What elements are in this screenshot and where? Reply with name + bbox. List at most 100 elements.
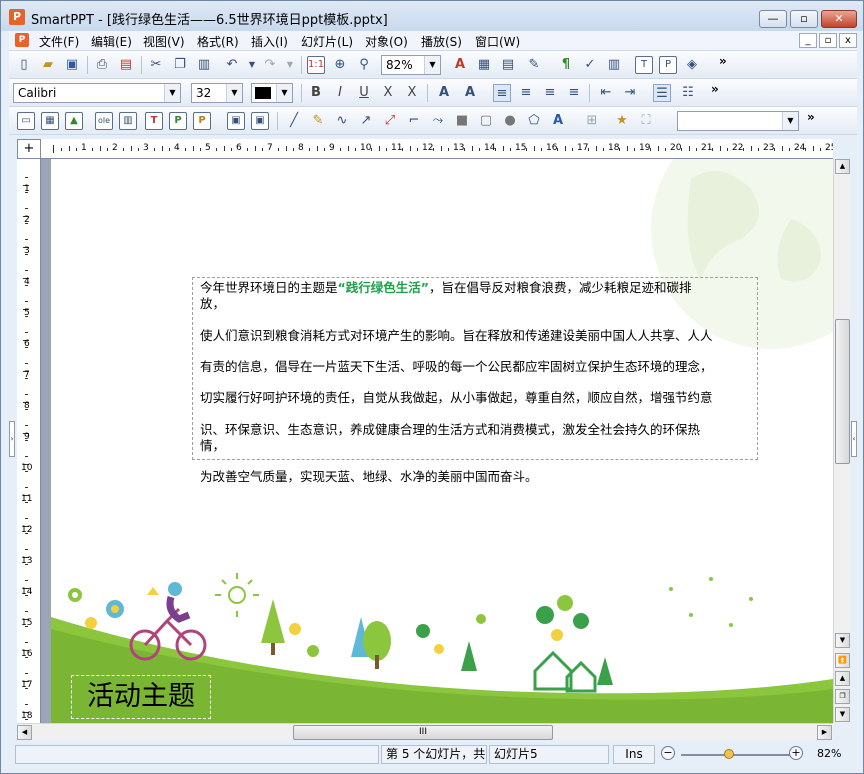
chevron-down-icon[interactable]: ▼ — [164, 84, 180, 102]
left-panel-grip[interactable]: › — [9, 421, 15, 457]
zoom-in-button[interactable]: + — [789, 746, 803, 760]
menu-window[interactable]: 窗口(W) — [475, 33, 520, 50]
chevron-down-icon[interactable]: ▼ — [226, 84, 242, 102]
vertical-scroll-thumb[interactable] — [835, 319, 850, 464]
menu-object[interactable]: 对象(O) — [365, 33, 408, 50]
paste-icon[interactable]: ▥ — [195, 56, 213, 74]
paragraph-line-1[interactable]: 今年世界环境日的主题是“践行绿色生活”，旨在倡导反对粮食浪费，减少耗粮足迹和碳排 — [200, 280, 691, 296]
vertical-ruler[interactable]: 1 2 3 4 5 6 7 8 9 10 11 12 13 14 15 16 17 18 — [17, 159, 41, 723]
maximize-button[interactable]: ▫ — [790, 10, 818, 28]
italic-button[interactable]: I — [331, 84, 349, 102]
new-file-icon[interactable]: ▯ — [15, 56, 33, 74]
picture-frame-icon[interactable]: P — [659, 56, 677, 74]
horizontal-ruler[interactable]: 1 2 3 4 5 6 7 8 9 10 11 12 13 14 15 16 17 18 19 20 21 22 23 24 2… — [41, 139, 833, 159]
text-color-combo[interactable]: ▼ — [251, 83, 293, 103]
save-icon[interactable]: ▣ — [63, 56, 81, 74]
menu-file[interactable]: 文件(F) — [39, 33, 79, 50]
arrow-tool-icon[interactable]: ↗ — [357, 112, 375, 130]
vertical-scrollbar[interactable]: ▲ ▼ ⏫ ▲ ❐ ▼ — [833, 159, 850, 723]
align-left-icon[interactable]: ≡ — [493, 84, 511, 102]
menu-play[interactable]: 播放(S) — [421, 33, 462, 50]
menu-slide[interactable]: 幻灯片(L) — [301, 33, 353, 50]
line-tool-icon[interactable]: ╱ — [285, 112, 303, 130]
slide-canvas[interactable]: 今年世界环境日的主题是“践行绿色生活”，旨在倡导反对粮食浪费，减少耗粮足迹和碳排… — [41, 159, 833, 723]
insert-picture-icon[interactable]: ▲ — [65, 112, 83, 130]
scroll-up-arrow-icon[interactable]: ▲ — [835, 159, 850, 174]
grow-font-icon[interactable]: A — [435, 84, 453, 102]
statistics-icon[interactable]: ▥ — [605, 56, 623, 74]
zoom-combo[interactable]: 82% ▼ — [381, 55, 441, 75]
zoom-out-button[interactable]: − — [661, 746, 675, 760]
toolbar3-overflow-chevron-icon[interactable]: » — [807, 110, 815, 124]
ellipse-tool-icon[interactable]: ● — [501, 112, 519, 130]
decrease-indent-icon[interactable]: ⇤ — [597, 84, 615, 102]
align-right-icon[interactable]: ≡ — [541, 84, 559, 102]
doc-minimize-button[interactable]: _ — [799, 33, 817, 48]
menu-view[interactable]: 视图(V) — [143, 33, 185, 50]
paragraph-line-6[interactable]: 识、环保意识、生态意识，养成健康合理的生活方式和消费模式，激发全社会持久的环保热 — [200, 422, 700, 438]
redo-dropdown-icon[interactable]: ▼ — [281, 56, 299, 74]
paragraph-line-3[interactable]: 使人们意识到粮食消耗方式对环境产生的影响。旨在释放和传递建设美丽中国人人共享、人… — [200, 328, 713, 344]
increase-indent-icon[interactable]: ⇥ — [621, 84, 639, 102]
menu-format[interactable]: 格式(R) — [197, 33, 239, 50]
strikethrough-icon[interactable]: X — [403, 84, 421, 102]
zoom-slider-thumb[interactable] — [723, 749, 734, 759]
close-button[interactable]: ✕ — [821, 10, 857, 28]
shape-style-combo[interactable]: ▼ — [677, 111, 799, 131]
insert-table-icon[interactable]: ▦ — [41, 112, 59, 130]
effects-star-icon[interactable]: ★ — [613, 112, 631, 130]
shrink-font-icon[interactable]: A — [461, 84, 479, 102]
magnifier-icon[interactable]: ⚲ — [355, 56, 373, 74]
paragraph-line-4[interactable]: 有责的信息，倡导在一片蓝天下生活、呼吸的每一个公民都应牢固树立保护生态环境的理念… — [200, 359, 713, 375]
previous-slide-icon[interactable]: ▲ — [835, 671, 850, 686]
zoom-slider-track[interactable] — [681, 749, 797, 759]
cut-icon[interactable]: ✂ — [147, 56, 165, 74]
chevron-down-icon[interactable]: ▼ — [424, 56, 440, 74]
undo-dropdown-icon[interactable]: ▼ — [243, 56, 261, 74]
bold-button[interactable]: B — [307, 84, 325, 102]
align-center-icon[interactable]: ≡ — [517, 84, 535, 102]
double-strike-icon[interactable]: X — [379, 84, 397, 102]
zoom-to-fit-icon[interactable]: ⊕ — [331, 56, 349, 74]
list-style-icon[interactable]: ▤ — [499, 56, 517, 74]
shape-options-icon[interactable]: ⛶ — [637, 112, 655, 130]
elbow-connector-icon[interactable]: ⌐ — [405, 112, 423, 130]
menu-edit[interactable]: 编辑(E) — [91, 33, 132, 50]
bullet-list-icon[interactable]: ☰ — [653, 84, 671, 102]
scroll-left-arrow-icon[interactable]: ◀ — [17, 725, 32, 740]
paragraph-line-8[interactable]: 为改善空气质量，实现天蓝、地绿、水净的美丽中国而奋斗。 — [200, 469, 538, 485]
insert-ole-object-icon[interactable]: ole — [95, 112, 113, 130]
toolbar1-overflow-chevron-icon[interactable]: » — [719, 54, 727, 68]
toolbar2-overflow-chevron-icon[interactable]: » — [711, 82, 719, 96]
font-name-combo[interactable]: Calibri ▼ — [13, 83, 181, 103]
undo-icon[interactable]: ↶ — [223, 56, 241, 74]
insert-text-art-icon[interactable]: T — [145, 112, 163, 130]
underline-button[interactable]: U — [355, 84, 373, 102]
curved-connector-icon[interactable]: ⤳ — [429, 112, 447, 130]
fontwork-icon[interactable]: A — [549, 112, 567, 130]
chevron-down-icon[interactable]: ▼ — [782, 112, 798, 130]
scroll-down-arrow-icon[interactable]: ▼ — [835, 633, 850, 648]
doc-close-button[interactable]: x — [839, 33, 857, 48]
menu-insert[interactable]: 插入(I) — [251, 33, 288, 50]
font-color-a-icon[interactable]: A — [451, 56, 469, 74]
right-panel-grip[interactable]: ‹ — [851, 421, 857, 457]
slide-overview-icon[interactable]: ❐ — [835, 689, 850, 704]
connector-tool-icon[interactable]: ⤢ — [381, 112, 399, 130]
document-menu-icon[interactable]: P — [15, 33, 29, 47]
numbered-list-icon[interactable]: ☷ — [679, 84, 697, 102]
horizontal-scroll-thumb[interactable]: III — [293, 725, 553, 740]
ungroup-objects-icon[interactable]: ▣ — [251, 112, 269, 130]
curve-tool-icon[interactable]: ∿ — [333, 112, 351, 130]
insert-pane-icon[interactable]: P — [193, 112, 211, 130]
ruler-corner-button[interactable]: + — [17, 139, 41, 159]
first-slide-icon[interactable]: ⏫ — [835, 653, 850, 668]
minimize-button[interactable]: — — [759, 10, 787, 28]
next-slide-icon[interactable]: ▼ — [835, 707, 850, 722]
freehand-tool-icon[interactable]: ✎ — [309, 112, 327, 130]
clear-format-icon[interactable]: ✎ — [525, 56, 543, 74]
group-objects-icon[interactable]: ▣ — [227, 112, 245, 130]
autoshapes-icon[interactable]: ⬠ — [525, 112, 543, 130]
insert-placeholder-icon[interactable]: P — [169, 112, 187, 130]
align-objects-icon[interactable]: ⊞ — [583, 112, 601, 130]
